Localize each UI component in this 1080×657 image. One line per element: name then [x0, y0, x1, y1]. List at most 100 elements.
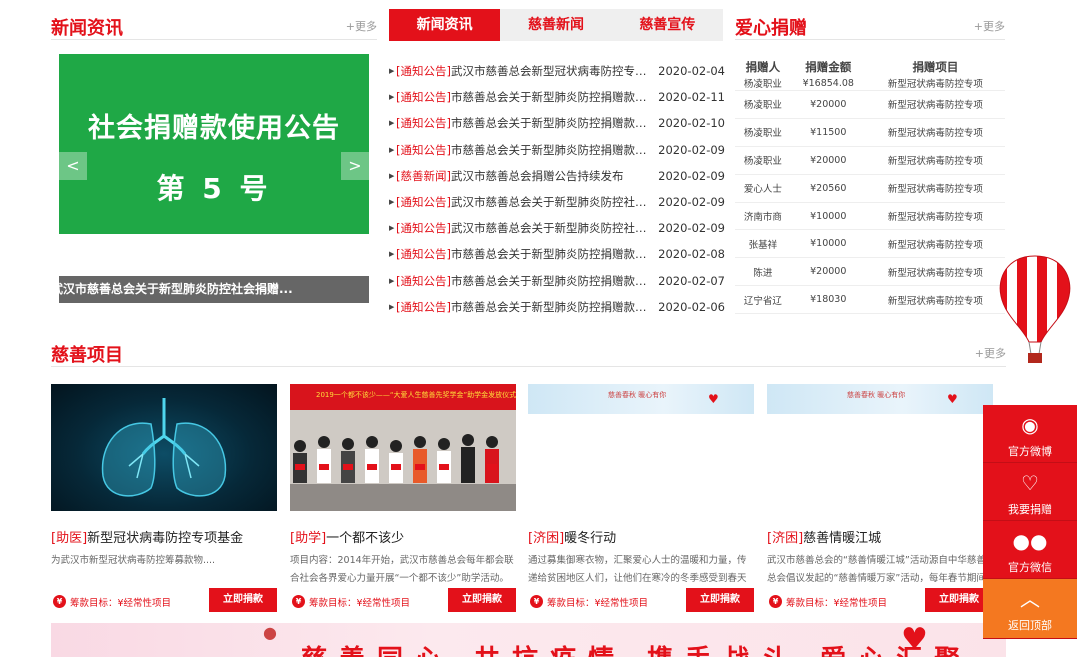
tab-news[interactable]: 新闻资讯	[389, 9, 501, 41]
donor-cell: 陈进	[735, 257, 791, 287]
table-row: 辽宁省辽 ¥18030 新型冠状病毒防控专项	[735, 285, 1005, 315]
news-title: 武汉市慈善总会捐赠公告持续发布	[450, 168, 624, 183]
news-item[interactable]: ▶ [通知公告]武汉市慈善总会新型冠状病毒防控专项... 2020-02-04	[389, 58, 725, 84]
news-category: [通知公告]	[396, 116, 451, 131]
news-title-wrap: [通知公告]市慈善总会关于新型肺炎防控捐赠款物...	[396, 299, 649, 315]
donation-table-header: 捐赠人 捐赠金额 捐赠项目	[735, 58, 1005, 76]
project-title[interactable]: [助学]一个都不该少	[290, 527, 516, 546]
donor-cell: 杨凌职业	[735, 76, 791, 91]
news-item[interactable]: ▶ [通知公告]市慈善总会关于新型肺炎防控捐赠款物... 2020-02-09	[389, 137, 725, 163]
bullet-triangle-icon: ▶	[389, 224, 395, 233]
project-desc: 武汉市慈善总会的“慈善情暖江城”活动源自中华慈善总会倡议发起的“慈善情暖万家”活…	[767, 555, 986, 584]
project-cell: 新型冠状病毒防控专项	[865, 202, 1005, 231]
bullet-triangle-icon: ▶	[389, 276, 395, 285]
project-image-warm-winter[interactable]: 慈善春秋 暖心有你 ♥	[528, 384, 754, 511]
yen-icon: ¥	[53, 595, 66, 608]
project-image-warm-city[interactable]: 慈善春秋 暖心有你 ♥	[767, 384, 993, 511]
carousel-caption[interactable]: 武汉市慈善总会关于新型肺炎防控社会捐赠...	[59, 276, 369, 303]
project-goal: 筹款目标：¥经常性项目	[786, 598, 888, 609]
news-date: 2020-02-06	[658, 299, 725, 314]
donate-now-button[interactable]: 立即捐款	[209, 588, 277, 612]
news-date: 2020-02-11	[658, 90, 725, 105]
news-date: 2020-02-04	[658, 64, 725, 79]
carousel-next-arrow-icon[interactable]: >	[341, 152, 369, 180]
projects-section-header: 慈善项目 +更多	[51, 337, 1006, 367]
news-item[interactable]: ▶ [通知公告]市慈善总会关于新型肺炎防控捐赠款物... 2020-02-11	[389, 84, 725, 110]
donation-table: 捐赠人 捐赠金额 捐赠项目 杨凌职业 ¥16854.08 新型冠状病毒防控专项 杨凌…	[735, 58, 1005, 315]
project-cell: 新型冠状病毒防控专项	[865, 229, 1005, 259]
project-footer: ¥ 筹款目标：¥经常性项目 立即捐款	[767, 588, 993, 614]
donate-now-button[interactable]: 立即捐款	[448, 588, 516, 612]
project-tag: [济困]	[528, 531, 565, 546]
project-title[interactable]: [济困]慈善情暖江城	[767, 527, 993, 546]
project-card[interactable]: 慈善春秋 暖心有你 ♥ [济困]暖冬行动 通过募集御寒衣物，汇聚爱心人士的温暖和…	[528, 384, 754, 614]
news-more-link[interactable]: +更多	[346, 18, 377, 34]
news-title: 市慈善总会关于新型肺炎防控捐赠款物...	[450, 299, 649, 314]
donation-section-header: 爱心捐赠 +更多	[735, 10, 1005, 40]
col-project: 捐赠项目	[912, 60, 959, 74]
slide-headline: 社会捐赠款使用公告	[88, 113, 340, 144]
news-item[interactable]: ▶ [通知公告]市慈善总会关于新型肺炎防控捐赠款物... 2020-02-08	[389, 241, 725, 267]
group-people-icon	[290, 410, 516, 511]
news-carousel[interactable]: 社会捐赠款使用公告 第 5 号 < > 武汉市慈善总会关于新型肺炎防控社会捐赠.…	[59, 54, 369, 304]
projects-more-link[interactable]: +更多	[975, 345, 1006, 361]
news-item[interactable]: ▶ [通知公告]武汉市慈善总会关于新型肺炎防控社会... 2020-02-09	[389, 215, 725, 241]
amount-cell: ¥18030	[790, 285, 866, 315]
news-section-header: 新闻资讯 +更多	[51, 10, 377, 40]
campaign-banner[interactable]: ● 慈善同心 共抗疫情 携手战斗 爱心汇聚 ♥	[51, 623, 1006, 657]
donate-now-button[interactable]: 立即捐款	[686, 588, 754, 612]
yen-icon: ¥	[292, 595, 305, 608]
carousel-slide[interactable]: 社会捐赠款使用公告 第 5 号	[59, 54, 369, 234]
news-category: [通知公告]	[396, 221, 451, 236]
project-card[interactable]: [助医]新型冠状病毒防控专项基金 为武汉市新型冠状病毒防控筹募款物.... ¥ …	[51, 384, 277, 614]
news-title: 武汉市慈善总会关于新型肺炎防控社会...	[450, 195, 649, 210]
image-top-strip: 慈善春秋 暖心有你 ♥	[528, 384, 754, 414]
amount-cell: ¥11500	[790, 118, 866, 147]
project-title[interactable]: [济困]暖冬行动	[528, 527, 754, 546]
carousel-caption-text: 武汉市慈善总会关于新型肺炎防控社会捐赠...	[59, 282, 293, 296]
news-item[interactable]: ▶ [通知公告]市慈善总会关于新型肺炎防控捐赠款物... 2020-02-06	[389, 294, 725, 320]
news-item[interactable]: ▶ [通知公告]市慈善总会关于新型肺炎防控捐赠款物... 2020-02-10	[389, 110, 725, 136]
project-footer: ¥ 筹款目标：¥经常性项目 立即捐款	[51, 588, 277, 614]
news-list: ▶ [通知公告]武汉市慈善总会新型冠状病毒防控专项... 2020-02-04 ▶[…	[389, 58, 725, 320]
project-image-lungs[interactable]	[51, 384, 277, 511]
lungs-icon	[101, 398, 227, 497]
back-to-top-button[interactable]: ︿ 返回顶部	[983, 579, 1077, 639]
tab-charity-news[interactable]: 慈善新闻	[500, 9, 612, 41]
col-donor: 捐赠人	[745, 60, 781, 74]
project-tag: [助医]	[51, 531, 88, 546]
donor-cell: 辽宁省辽	[735, 285, 791, 315]
news-item[interactable]: ▶ [慈善新闻]武汉市慈善总会捐赠公告持续发布 2020-02-09	[389, 163, 725, 189]
news-title-wrap: [通知公告]市慈善总会关于新型肺炎防控捐赠款物...	[396, 273, 649, 289]
donate-link[interactable]: ♡ 我要捐赠	[983, 463, 1077, 521]
news-section-title: 新闻资讯	[51, 18, 123, 39]
weibo-link[interactable]: ◉ 官方微博	[983, 405, 1077, 463]
carousel-prev-arrow-icon[interactable]: <	[59, 152, 87, 180]
donation-more-link[interactable]: +更多	[974, 18, 1005, 34]
amount-cell: ¥10000	[790, 202, 866, 231]
bullet-triangle-icon: ▶	[389, 250, 395, 259]
donor-cell: 杨凌职业	[735, 90, 791, 119]
project-card[interactable]: 慈善春秋 暖心有你 ♥ [济困]慈善情暖江城 武汉市慈善总会的“慈善情暖江城”活…	[767, 384, 993, 614]
wechat-link[interactable]: ●● 官方微信	[983, 521, 1077, 579]
news-title-wrap: [通知公告]市慈善总会关于新型肺炎防控捐赠款物...	[396, 89, 649, 105]
news-item[interactable]: ▶ [通知公告]武汉市慈善总会关于新型肺炎防控社会... 2020-02-09	[389, 189, 725, 215]
bullet-triangle-icon: ▶	[389, 93, 395, 102]
project-image-group-photo[interactable]: 2019一个都不该少——“大爱人生慈善先奖学金”助学金发放仪式	[290, 384, 516, 511]
strip-text: 慈善春秋 暖心有你	[608, 391, 667, 399]
project-cell: 新型冠状病毒防控专项	[865, 285, 1005, 315]
news-date: 2020-02-07	[658, 273, 725, 288]
tab-charity-promo[interactable]: 慈善宣传	[611, 9, 723, 41]
project-cell: 新型冠状病毒防控专项	[865, 257, 1005, 287]
balloon-small-icon: ●	[263, 623, 277, 642]
back-to-top-label: 返回顶部	[1008, 619, 1052, 632]
bullet-triangle-icon: ▶	[389, 198, 395, 207]
bullet-triangle-icon: ▶	[389, 67, 395, 76]
news-title-wrap: [通知公告]武汉市慈善总会关于新型肺炎防控社会...	[396, 194, 649, 210]
amount-cell: ¥20000	[790, 90, 866, 119]
news-item[interactable]: ▶ [通知公告]市慈善总会关于新型肺炎防控捐赠款物... 2020-02-07	[389, 268, 725, 294]
heart-cluster-icon: ♥	[901, 623, 928, 657]
project-card[interactable]: 2019一个都不该少——“大爱人生慈善先奖学金”助学金发放仪式 [助学]一个都不…	[290, 384, 516, 614]
project-title[interactable]: [助医]新型冠状病毒防控专项基金	[51, 527, 277, 546]
heart-hand-icon: ♡	[1021, 471, 1039, 495]
